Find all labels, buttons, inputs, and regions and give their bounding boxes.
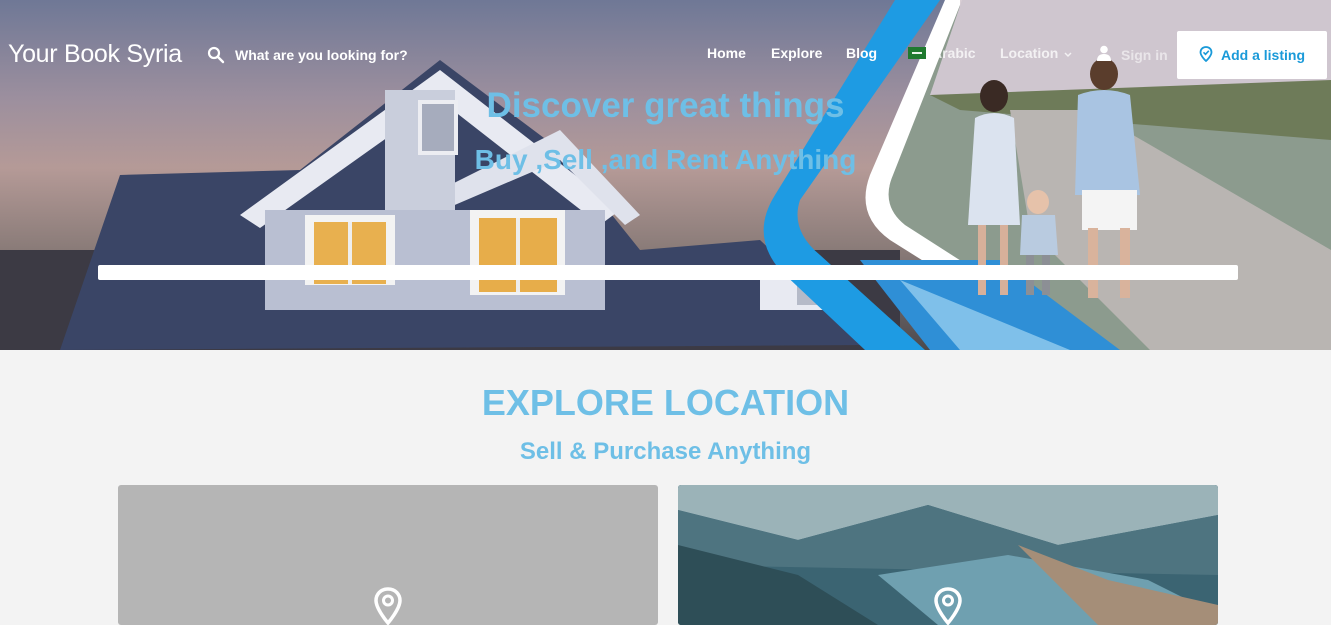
location-pin-icon — [373, 587, 403, 625]
nav-signin-label: Sign in — [1121, 46, 1168, 63]
add-listing-button[interactable]: Add a listing — [1177, 31, 1327, 79]
hero-banner: Your Book Syria Home Explore Blog Arabic… — [0, 0, 1331, 350]
hero-title: Discover great things — [486, 86, 845, 125]
hero-search-bar[interactable] — [98, 265, 1238, 280]
nav-home[interactable]: Home — [707, 45, 746, 61]
site-logo[interactable]: Your Book Syria — [8, 40, 182, 69]
search-input[interactable] — [235, 47, 435, 63]
add-listing-label: Add a listing — [1221, 47, 1305, 63]
nav-location-label: Location — [1000, 45, 1059, 61]
nav-blog[interactable]: Blog — [846, 45, 877, 61]
location-card[interactable] — [118, 485, 658, 625]
explore-title: EXPLORE LOCATION — [481, 382, 850, 423]
location-card[interactable] — [678, 485, 1218, 625]
location-pin-icon — [1199, 45, 1213, 65]
explore-subtitle: Sell & Purchase Anything — [519, 438, 812, 465]
header-search[interactable] — [207, 46, 435, 64]
nav-language-label: Arabic — [932, 45, 976, 61]
location-pin-icon — [933, 587, 963, 625]
nav-language[interactable]: Arabic — [908, 45, 976, 61]
chevron-down-icon — [1064, 45, 1072, 61]
hero-subtitle: Buy ,Sell ,and Rent Anything — [474, 144, 857, 175]
search-icon — [207, 46, 225, 64]
nav-signin[interactable]: Sign in — [1097, 45, 1168, 64]
flag-icon — [908, 47, 926, 59]
user-icon — [1097, 45, 1111, 64]
nav-location[interactable]: Location — [1000, 45, 1072, 61]
nav-explore[interactable]: Explore — [771, 45, 822, 61]
